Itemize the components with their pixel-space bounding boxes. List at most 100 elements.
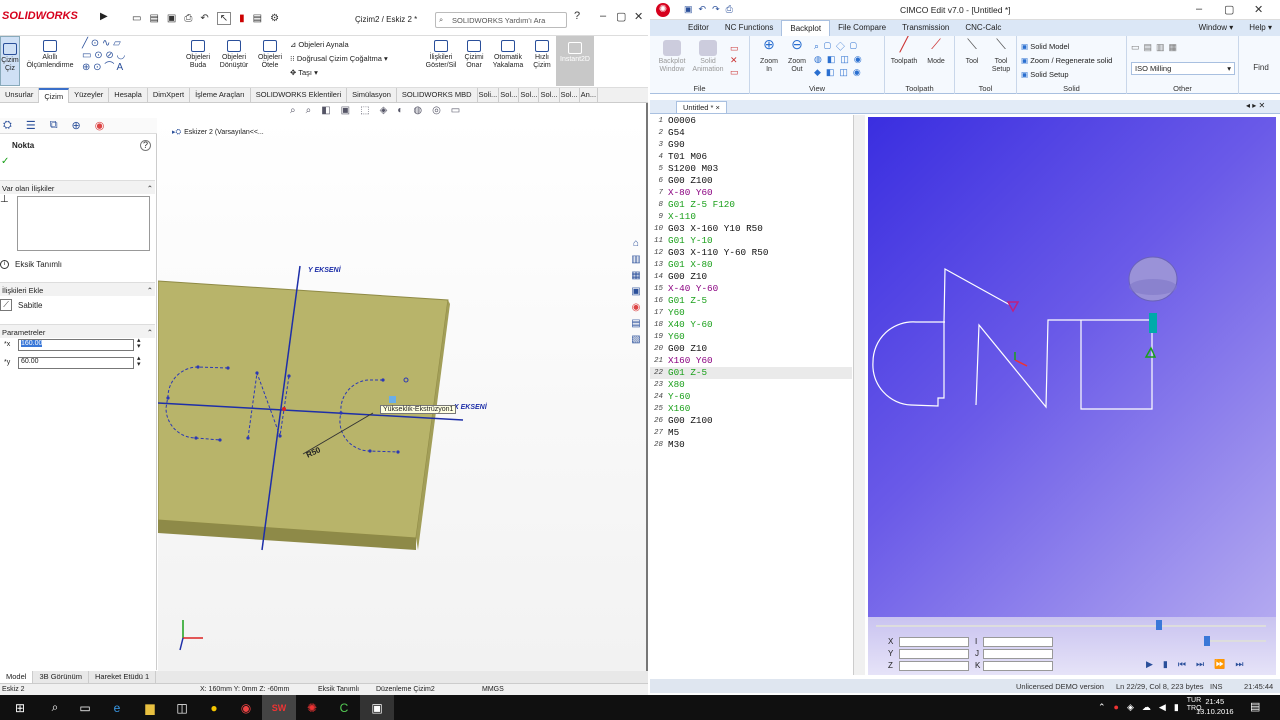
k-coord-field[interactable] [983, 661, 1053, 671]
code-line[interactable]: 7 X-80 Y60 [650, 187, 852, 199]
tab-backplot[interactable]: Backplot [781, 20, 831, 36]
status-units[interactable]: MMGS [482, 686, 504, 693]
appearance-icon[interactable]: ◉ [95, 119, 105, 132]
cimco-task-icon[interactable]: ✺ [296, 695, 328, 720]
code-line[interactable]: 8 G01 Z-5 F120 [650, 199, 852, 211]
undo-icon[interactable]: ↶ [699, 4, 707, 15]
section-view-icon[interactable]: ▣ [341, 105, 350, 116]
tab-file-compare[interactable]: File Compare [830, 20, 894, 36]
tab-sketch[interactable]: Çizim [39, 87, 70, 103]
speed-track[interactable] [1206, 640, 1266, 642]
move-entities-button[interactable]: ✥ Taşı ▾ [290, 66, 420, 80]
code-line[interactable]: 18 X40 Y-60 [650, 319, 852, 331]
dimxpert-icon[interactable]: ⊕ [72, 119, 81, 132]
ribbon-convert-button[interactable]: Objeleri Dönüştür [216, 40, 252, 70]
ribbon-smart-dimension-button[interactable]: Akıllı Ölçümlendirme [24, 40, 76, 70]
stop-icon[interactable]: ▮ [1163, 659, 1168, 670]
file-props-icon[interactable]: ▤ [253, 13, 262, 24]
minimize-button[interactable]: – [600, 10, 606, 22]
tray-expand-icon[interactable]: ⌃ [1098, 702, 1106, 713]
tab-3d-view[interactable]: 3B Görünüm [33, 671, 89, 683]
code-line[interactable]: 19 Y60 [650, 331, 852, 343]
code-line[interactable]: 13 G01 X-80 [650, 259, 852, 271]
recording-icon[interactable]: ● [1114, 702, 1119, 712]
code-line[interactable]: 15 X-40 Y-60 [650, 283, 852, 295]
tab-model[interactable]: Model [0, 671, 34, 683]
code-line[interactable]: 27 M5 [650, 427, 852, 439]
save-icon[interactable]: ▣ [167, 13, 176, 24]
previous-view-icon[interactable]: ◧ [321, 105, 330, 116]
code-line[interactable]: 2 G54 [650, 127, 852, 139]
parameters-header[interactable]: Parametreler ⌃ [0, 324, 155, 338]
app-tray-icon[interactable]: ◈ [1127, 702, 1134, 713]
backplot-window-button[interactable]: Backplot Window [654, 40, 690, 74]
display-style-icon[interactable]: ◈ [380, 105, 388, 116]
y-coordinate-input[interactable]: 60.00 [18, 357, 134, 369]
file-explorer-icon[interactable]: ▦ [628, 268, 644, 284]
y-coord-field[interactable] [899, 649, 969, 659]
doc-tab-untitled[interactable]: Untitled * × [676, 101, 727, 114]
store-icon[interactable]: ◫ [166, 695, 198, 720]
clock[interactable]: 21:45 13.10.2016 [1196, 697, 1234, 717]
x-spinner[interactable]: ▴ ▾ [137, 337, 141, 350]
solidworks-task-icon[interactable]: SW [262, 695, 296, 720]
appearances-icon[interactable]: ◉ [628, 300, 644, 316]
speed-thumb[interactable] [1204, 636, 1210, 646]
tab-more-5[interactable]: Sol... [560, 87, 580, 103]
fix-relation-button[interactable]: ⟋ Sabitle [0, 299, 42, 311]
tab-more-6[interactable]: An... [580, 87, 599, 103]
z-coord-field[interactable] [899, 661, 969, 671]
hide-show-icon[interactable]: ◐ [397, 105, 403, 116]
tab-motion-study[interactable]: Hareket Etüdü 1 [89, 671, 157, 683]
mode-button[interactable]: ⟋ Mode [921, 37, 951, 66]
tab-nc-functions[interactable]: NC Functions [717, 20, 781, 36]
view-orientation-icon[interactable]: ⬚ [360, 105, 369, 116]
step-forward-icon[interactable]: ⏭ [1196, 659, 1204, 670]
rebuild-icon[interactable]: ▮ [239, 13, 245, 24]
code-line[interactable]: 11 G01 Y-10 [650, 235, 852, 247]
code-line[interactable]: 4 T01 M06 [650, 151, 852, 163]
play-icon[interactable]: ▶ [1146, 659, 1153, 670]
ribbon-rapid-sketch-button[interactable]: Hızlı Çizim [528, 40, 556, 70]
camtasia-icon[interactable]: C [328, 695, 360, 720]
print-icon[interactable]: ⎙ [726, 4, 733, 15]
code-line[interactable]: 26 G00 Z100 [650, 415, 852, 427]
feature-tree-icon[interactable]: ⛭ [3, 119, 12, 132]
close-button[interactable]: ✕ [634, 10, 643, 23]
ok-check-icon[interactable]: ✓ [1, 156, 9, 167]
nc-code-editor[interactable]: 1 O0006 2 G54 3 G90 4 T01 M06 5 S1200 M03 6 G00 Z10… [650, 115, 852, 675]
tab-editor[interactable]: Editor [680, 20, 717, 36]
volume-icon[interactable]: ◀ [1159, 702, 1166, 713]
tab-transmission[interactable]: Transmission [894, 20, 957, 36]
other-small-icons[interactable]: ▭▤▥▦ [1131, 42, 1181, 53]
code-line[interactable]: 5 S1200 M03 [650, 163, 852, 175]
config-manager-icon[interactable]: ⧉ [50, 119, 58, 132]
print-icon[interactable]: ⎙ [184, 13, 192, 24]
sketch-tools-grid[interactable]: ╱ ⊙ ∿ ▱ ▭ ⊙ ⊘ ◡ ⊕ ⊙ ⌒ A [82, 38, 177, 84]
ribbon-sketch-button[interactable]: Çizim Çiz [0, 36, 20, 86]
tab-mbd[interactable]: SOLIDWORKS MBD [397, 87, 478, 103]
help-icon[interactable]: ? [574, 10, 580, 22]
expand-icon[interactable]: ▶ [100, 11, 108, 22]
tab-cnc-calc[interactable]: CNC-Calc [957, 20, 1009, 36]
tab-more-4[interactable]: Sol... [539, 87, 560, 103]
help-menu[interactable]: Help ▾ [1241, 20, 1280, 36]
fast-forward-icon[interactable]: ⏩ [1214, 659, 1225, 670]
save-icon[interactable]: ▣ [684, 4, 693, 15]
custom-props-icon[interactable]: ▤ [628, 316, 644, 332]
home-icon[interactable]: ⌂ [628, 236, 644, 252]
undo-icon[interactable]: ↶ [200, 13, 208, 24]
help-icon[interactable]: ? [140, 140, 151, 151]
zoom-regenerate-button[interactable]: ▣ Zoom / Regenerate solid [1021, 54, 1112, 68]
code-line[interactable]: 23 X80 [650, 379, 852, 391]
zoom-in-button[interactable]: ⊕ Zoom In [756, 37, 782, 74]
graphics-area[interactable]: ▸⛭ Eskizer 2 (Varsayılan<<... Y EKSENİ X… [158, 118, 646, 671]
scene-icon[interactable]: ◎ [432, 105, 441, 116]
tab-more-1[interactable]: Soli... [478, 87, 500, 103]
end-icon[interactable]: ⏭ [1235, 659, 1243, 670]
tab-more-2[interactable]: Sol... [499, 87, 520, 103]
toolpath-button[interactable]: ╱ Toolpath [889, 37, 919, 66]
code-line[interactable]: 3 G90 [650, 139, 852, 151]
code-line[interactable]: 17 Y60 [650, 307, 852, 319]
find-button[interactable]: Find [1246, 64, 1276, 72]
